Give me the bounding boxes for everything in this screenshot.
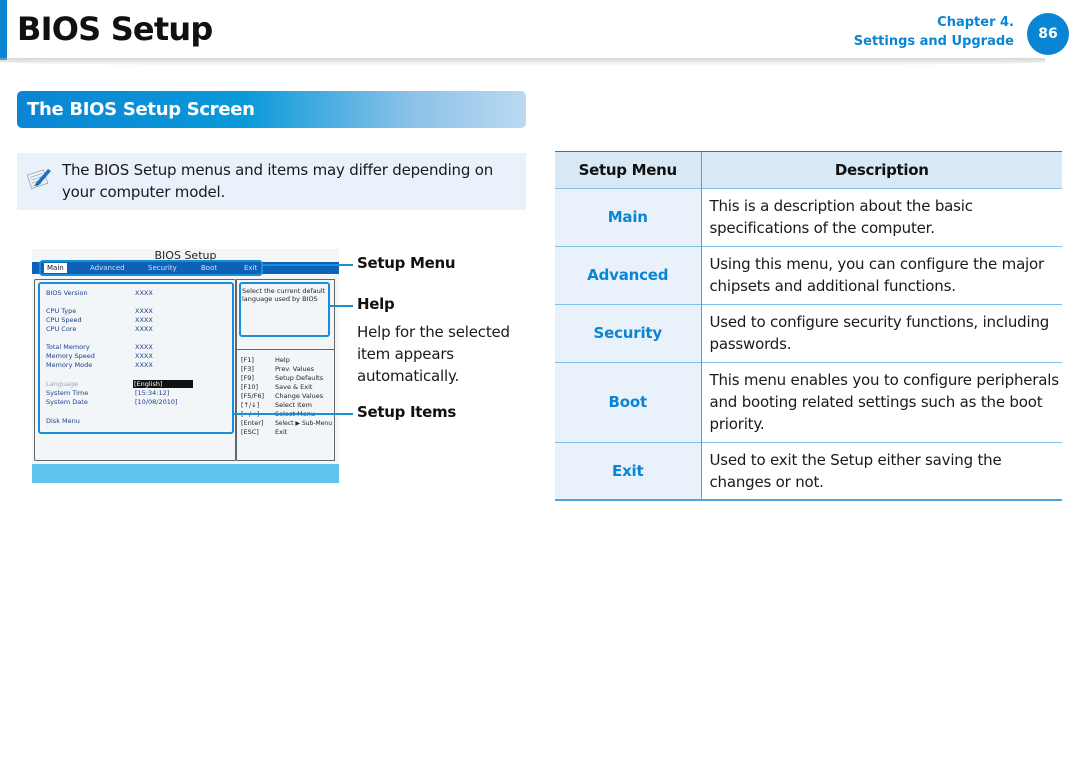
callout-line-setup-items (234, 413, 353, 415)
bios-status-bar (32, 464, 339, 483)
callout-setup-items: Setup Items (357, 403, 456, 421)
bios-help-text: Select the current default language used… (242, 287, 326, 303)
section-heading: The BIOS Setup Screen (17, 91, 526, 128)
bios-key-desc: Select ▶ Sub-Menu (275, 420, 332, 427)
note-line-2: your computer model. (62, 183, 226, 201)
table-cell-desc: This is a description about the basic sp… (709, 197, 973, 237)
callout-help-desc-line: item appears (357, 345, 454, 363)
callout-help-desc-line: Help for the selected (357, 323, 510, 341)
bios-key-desc: Exit (275, 428, 288, 436)
callout-line-help (330, 305, 353, 307)
callout-help-desc: Help for the selected item appears autom… (357, 321, 510, 387)
note-text: The BIOS Setup menus and items may diffe… (62, 159, 493, 203)
table-cell-menu: Main (555, 188, 702, 246)
table-cell-menu: Security (555, 304, 702, 362)
table-cell-desc: This menu enables you to configure perip… (709, 371, 1060, 433)
callout-help: Help (357, 295, 395, 313)
note-box: The BIOS Setup menus and items may diffe… (17, 153, 526, 210)
bios-key: [F9] (241, 374, 254, 382)
bios-screen-illustration: BIOS Setup Main Advanced Security Boot E… (32, 249, 339, 483)
header-accent-bar (0, 0, 7, 60)
bios-key-desc: Save & Exit (275, 383, 313, 391)
bios-help-divider (236, 349, 335, 350)
bios-key-desc: Select Item (275, 401, 312, 409)
chapter-label: Chapter 4. Settings and Upgrade (854, 13, 1014, 51)
setup-menu-highlight (39, 260, 263, 276)
bios-key: [↑/↓] (241, 401, 260, 409)
table-header-row: Setup Menu Description (555, 152, 1062, 188)
bios-key: [F1] (241, 356, 254, 364)
page-number-badge: 86 (1027, 13, 1069, 55)
table-row: Advanced Using this menu, you can config… (555, 246, 1062, 304)
bios-key-desc: Prev. Values (275, 365, 315, 373)
table-cell-desc: Used to exit the Setup either saving the… (709, 450, 1002, 491)
callout-line-setup-menu (263, 264, 353, 266)
bios-key: [F10] (241, 383, 259, 391)
setup-menu-table: Setup Menu Description Main This is a de… (555, 152, 1062, 501)
callout-help-desc-line: automatically. (357, 367, 460, 385)
table-header-setup-menu: Setup Menu (555, 152, 702, 188)
table-cell-menu: Boot (555, 362, 702, 442)
header-divider (0, 58, 1045, 66)
table-row: Main This is a description about the bas… (555, 188, 1062, 246)
table-cell-menu: Exit (555, 442, 702, 500)
table-row: Boot This menu enables you to configure … (555, 362, 1062, 442)
table-row: Exit Used to exit the Setup either savin… (555, 442, 1062, 500)
table-cell-desc: Used to configure security functions, in… (709, 313, 1050, 353)
table-header-description: Description (701, 152, 1062, 188)
bios-key-desc: Setup Defaults (275, 374, 324, 382)
bios-key-desc: Change Values (275, 392, 324, 400)
note-line-1: The BIOS Setup menus and items may diffe… (62, 161, 494, 179)
page-title: BIOS Setup (17, 10, 213, 48)
bios-key: [F5/F6] (241, 392, 265, 400)
chapter-number: Chapter 4. (937, 15, 1014, 30)
table-cell-menu: Advanced (555, 246, 702, 304)
table-row: Security Used to configure security func… (555, 304, 1062, 362)
chapter-title: Settings and Upgrade (853, 34, 1014, 49)
callout-setup-menu: Setup Menu (357, 254, 456, 272)
bios-key-desc: Help (275, 356, 290, 364)
bios-key: [F3] (241, 365, 254, 373)
setup-items-highlight (38, 282, 234, 434)
bios-key: [Enter] (241, 419, 264, 427)
table-cell-desc: Using this menu, you can configure the m… (709, 255, 1045, 295)
note-pencil-icon (26, 169, 51, 189)
bios-key: [ESC] (241, 428, 259, 436)
